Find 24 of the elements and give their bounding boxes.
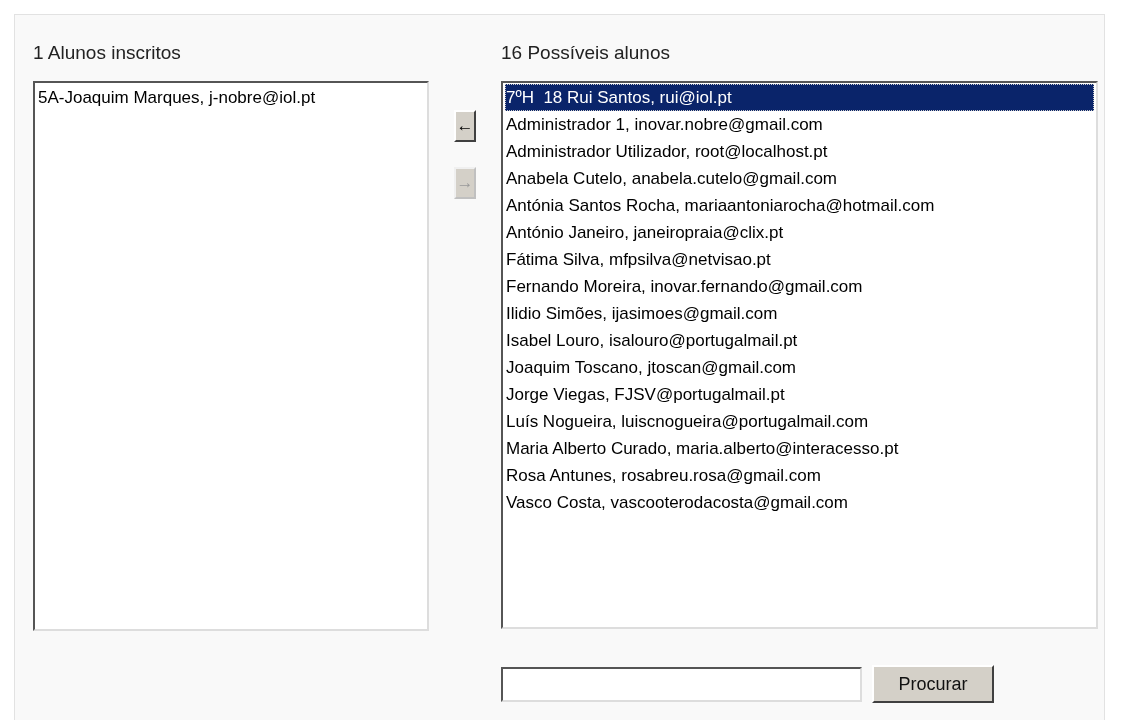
list-option[interactable]: Rosa Antunes, rosabreu.rosa@gmail.com [505,462,1094,489]
list-option[interactable]: Vasco Costa, vascooterodacosta@gmail.com [505,489,1094,516]
enrolled-list[interactable]: 5A-Joaquim Marques, j-nobre@iol.pt [33,81,429,631]
list-option[interactable]: Fernando Moreira, inovar.fernando@gmail.com [505,273,1094,300]
list-option[interactable]: Ilidio Simões, ijasimoes@gmail.com [505,300,1094,327]
list-option[interactable]: 7ºH 18 Rui Santos, rui@iol.pt [505,84,1094,111]
list-option[interactable]: Administrador Utilizador, root@localhost.pt [505,138,1094,165]
list-option[interactable]: Administrador 1, inovar.nobre@gmail.com [505,111,1094,138]
list-option[interactable]: Jorge Viegas, FJSV@portugalmail.pt [505,381,1094,408]
candidates-heading: 16 Possíveis alunos [501,41,671,65]
move-button[interactable]: ← [454,110,476,142]
list-option[interactable]: Anabela Cutelo, anabela.cutelo@gmail.com [505,165,1094,192]
list-option[interactable]: Isabel Louro, isalouro@portugalmail.pt [505,327,1094,354]
list-option[interactable]: Maria Alberto Curado, maria.alberto@interacesso.pt [505,435,1094,462]
list-option[interactable]: Luís Nogueira, luiscnogueira@portugalmail.com [505,408,1094,435]
candidates-list[interactable] [501,81,1098,629]
enrolled-heading: 1 Alunos inscritos [33,41,182,65]
search-button[interactable]: Procurar [872,665,994,703]
list-option[interactable]: António Janeiro, janeiropraia@clix.pt [505,219,1094,246]
search-field[interactable] [501,666,862,702]
list-option[interactable]: Joaquim Toscano, jtoscan@gmail.com [505,354,1094,381]
list-option[interactable]: Fátima Silva, mfpsilva@netvisao.pt [505,246,1094,273]
list-option[interactable]: Antónia Santos Rocha, mariaantoniarocha@hotmail.com [505,192,1094,219]
list-option[interactable]: 5A-Joaquim Marques, j-nobre@iol.pt [37,84,425,111]
